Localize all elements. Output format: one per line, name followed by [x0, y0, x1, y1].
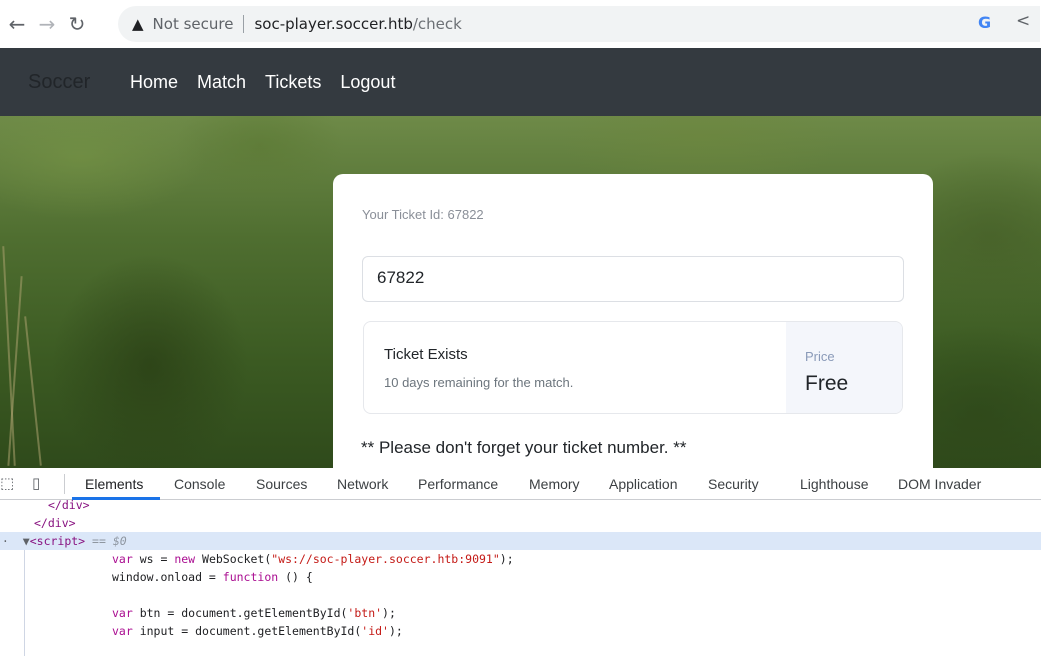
nav-home[interactable]: Home: [130, 72, 178, 93]
code-keyword: var: [112, 606, 133, 620]
selected-node-marker: == $0: [92, 534, 127, 548]
dom-node-line[interactable]: </div>: [0, 496, 1041, 514]
tab-lighthouse[interactable]: Lighthouse: [800, 476, 869, 492]
code-line: window.onload = function () {: [0, 568, 1041, 586]
inspect-element-icon[interactable]: ⬚: [0, 474, 14, 492]
dom-node-selected[interactable]: ⋅ ▼<script> == $0: [0, 532, 1041, 550]
back-arrow-icon[interactable]: ←: [2, 9, 32, 39]
tab-security[interactable]: Security: [708, 476, 759, 492]
code-keyword: function: [222, 570, 279, 584]
ticket-result: Ticket Exists 10 days remaining for the …: [363, 321, 903, 414]
code-text: WebSocket(: [195, 552, 272, 566]
code-text: () {: [278, 570, 313, 584]
tab-console[interactable]: Console: [174, 476, 225, 492]
closing-div: </div>: [34, 516, 76, 530]
tab-network[interactable]: Network: [337, 476, 388, 492]
ticket-reminder: ** Please don't forget your ticket numbe…: [361, 438, 687, 457]
closing-div: </div>: [48, 498, 90, 512]
browser-toolbar: ← → ↻ ▲ Not secure soc-player.soccer.htb…: [0, 0, 1041, 48]
ticket-check-card: Your Ticket Id: 67822 67822 Ticket Exist…: [333, 174, 933, 474]
code-text: window.onload =: [112, 570, 223, 584]
nav-logout[interactable]: Logout: [340, 72, 395, 93]
address-bar[interactable]: ▲ Not secure soc-player.soccer.htb/check: [118, 6, 1040, 42]
security-label[interactable]: Not secure: [153, 15, 234, 33]
code-text: );: [382, 606, 396, 620]
code-line: var ws = new WebSocket("ws://soc-player.…: [0, 550, 1041, 568]
tab-sources[interactable]: Sources: [256, 476, 307, 492]
expand-arrow-icon[interactable]: ▼: [23, 534, 30, 548]
url-host: soc-player.soccer.htb: [254, 15, 413, 33]
grass-stalk: [24, 316, 42, 466]
reload-icon[interactable]: ↻: [62, 9, 92, 39]
code-text: btn = document.getElementById(: [132, 606, 348, 620]
price-label: Price: [805, 349, 835, 364]
device-toolbar-icon[interactable]: ▯: [32, 474, 40, 492]
ticket-status: Ticket Exists 10 days remaining for the …: [364, 322, 786, 413]
google-icon[interactable]: G: [978, 13, 991, 32]
forward-arrow-icon[interactable]: →: [32, 9, 62, 39]
ellipsis-icon: ⋅: [2, 534, 23, 548]
tab-memory[interactable]: Memory: [529, 476, 580, 492]
ticket-status-subtitle: 10 days remaining for the match.: [384, 375, 574, 390]
url-path: /check: [412, 15, 462, 33]
share-icon[interactable]: <: [1016, 11, 1030, 31]
devtools-panel: ⬚ ▯ Elements Console Sources Network Per…: [0, 468, 1041, 656]
code-line: var input = document.getElementById('id'…: [0, 622, 1041, 640]
price-box: Price Free: [786, 322, 902, 413]
code-keyword: var: [112, 624, 133, 638]
ticket-id-label: Your Ticket Id: 67822: [362, 207, 484, 222]
code-line: var btn = document.getElementById('btn')…: [0, 604, 1041, 622]
script-tag: <script>: [29, 534, 86, 548]
nav-tickets[interactable]: Tickets: [265, 72, 321, 93]
code-text: input = document.getElementById(: [132, 624, 362, 638]
site-navbar: Soccer Home Match Tickets Logout: [0, 48, 1041, 116]
code-text: ws =: [132, 552, 175, 566]
tab-elements[interactable]: Elements: [85, 476, 143, 492]
code-keyword: new: [174, 552, 196, 566]
code-text: );: [499, 552, 514, 566]
code-text: );: [388, 624, 403, 638]
price-value: Free: [805, 372, 849, 395]
warning-icon[interactable]: ▲: [132, 15, 144, 33]
code-string: 'id': [361, 624, 389, 638]
ticket-id-input[interactable]: 67822: [362, 256, 904, 302]
tab-dom-invader[interactable]: DOM Invader: [898, 476, 981, 492]
address-separator: [243, 15, 245, 33]
devtools-separator: [64, 474, 65, 494]
code-string: 'btn': [347, 606, 383, 620]
site-brand[interactable]: Soccer: [28, 71, 130, 94]
dom-node-line[interactable]: </div>: [0, 514, 1041, 532]
code-keyword: var: [112, 552, 133, 566]
tab-application[interactable]: Application: [609, 476, 678, 492]
code-string: "ws://soc-player.soccer.htb:9091": [271, 552, 500, 566]
tab-performance[interactable]: Performance: [418, 476, 498, 492]
elements-tree: </div> </div> ⋅ ▼<script> == $0 var ws =…: [0, 496, 1041, 656]
nav-match[interactable]: Match: [197, 72, 246, 93]
ticket-status-title: Ticket Exists: [384, 346, 468, 363]
